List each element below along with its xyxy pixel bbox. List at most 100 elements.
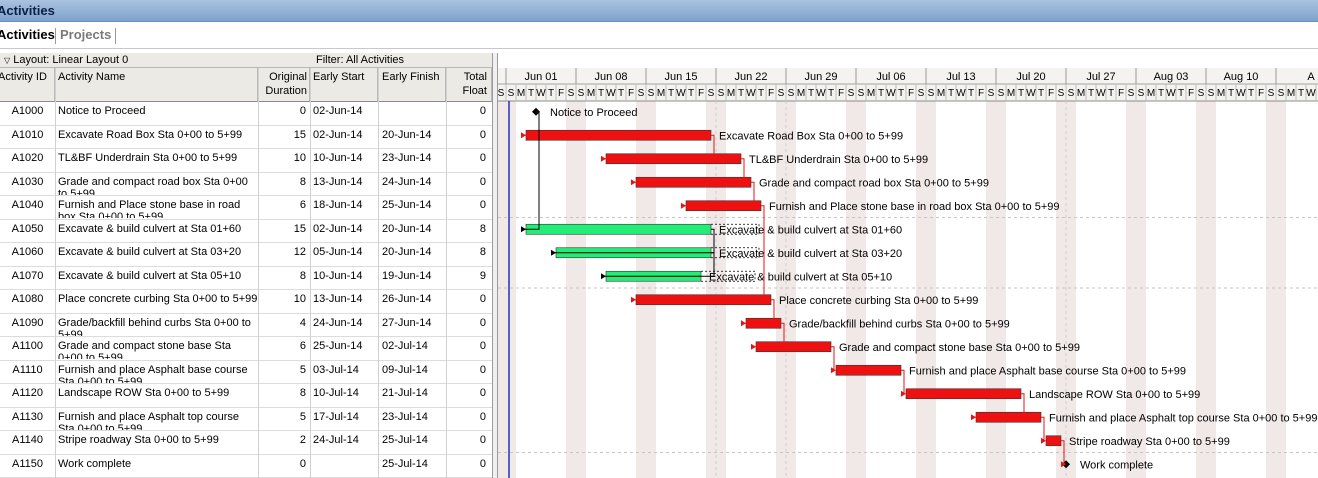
table-row[interactable]: A1100 Grade and compact stone base Sta 0+… xyxy=(0,337,492,361)
early-finish-cell: 19-Jun-14 xyxy=(382,269,432,282)
activity-name-cell: Excavate & build culvert at Sta 03+20 xyxy=(58,246,242,258)
week-label: Jul 27 xyxy=(1086,71,1115,83)
day-letter: T xyxy=(948,88,954,99)
early-start-cell: 02-Jun-14 xyxy=(313,222,363,235)
duration-cell: 12 xyxy=(293,246,306,258)
activity-name-cell: Grade and compact stone base Sta 0+00 to… xyxy=(58,340,232,359)
day-letter: T xyxy=(548,88,554,99)
table-row[interactable]: A1020 TL&BF Underdrain Sta 0+00 to 5+99 10… xyxy=(0,149,492,173)
weekend-shade xyxy=(498,101,506,478)
day-letter: F xyxy=(558,88,564,99)
table-row[interactable]: A1090 Grade/backfill behind curbs Sta 0+0… xyxy=(0,314,492,337)
tab-activities[interactable]: Activities xyxy=(0,27,55,42)
activity-name-cell: Furnish and place Asphalt base course St… xyxy=(58,363,248,383)
early-start-cell: 02-Jun-14 xyxy=(313,105,363,117)
total-float-cell: 0 xyxy=(479,387,486,399)
tab-projects[interactable]: Projects xyxy=(60,27,111,42)
day-letter: T xyxy=(1298,88,1304,99)
early-finish-cell: 21-Jul-14 xyxy=(382,387,428,399)
bar-label: Furnish and place Asphalt base course St… xyxy=(909,365,1186,377)
total-float-cell: 9 xyxy=(479,269,486,282)
table-row[interactable]: A1110 Furnish and place Asphalt base cour… xyxy=(0,361,492,384)
bar-label: Excavate & build culvert at Sta 05+10 xyxy=(709,271,892,283)
table-row[interactable]: A1130 Furnish and place Asphalt top cours… xyxy=(0,408,492,431)
day-letter: S xyxy=(1058,88,1065,99)
day-letter: T xyxy=(758,88,764,99)
day-letter: S xyxy=(638,88,645,99)
day-letter: M xyxy=(1077,88,1085,99)
column-divider xyxy=(310,68,311,478)
table-row[interactable]: A1040 Furnish and Place stone base in roa… xyxy=(0,196,492,220)
day-letter: T xyxy=(618,88,624,99)
day-letter: M xyxy=(1217,88,1225,99)
gantt-chart[interactable]: 6Jun 01Jun 08Jun 15Jun 22Jun 29Jul 06Jul… xyxy=(498,53,1318,478)
weekend-shade xyxy=(506,101,516,478)
activity-name-cell: Stripe roadway Sta 0+00 to 5+99 xyxy=(58,434,219,446)
day-letter: F xyxy=(978,88,984,99)
layout-filter-bar: ▽ Layout: Linear Layout 0 Filter: All Ac… xyxy=(0,53,494,68)
activity-id-cell: A1010 xyxy=(11,128,44,141)
early-finish-cell: 24-Jun-14 xyxy=(382,175,432,188)
day-letter: W xyxy=(1166,88,1176,99)
duration-cell: 15 xyxy=(293,222,306,235)
layout-selector[interactable]: ▽ Layout: Linear Layout 0 xyxy=(4,54,128,66)
column-header-total-float[interactable]: Total Float xyxy=(446,68,492,102)
relationship-line xyxy=(901,369,905,394)
day-letter: T xyxy=(1038,88,1044,99)
table-row[interactable]: A1000 Notice to Proceed 0 02-Jun-14 0 xyxy=(0,102,492,126)
total-float-cell: 0 xyxy=(479,316,486,329)
critical-bar xyxy=(905,388,1022,400)
day-letter: W xyxy=(606,88,616,99)
day-letter: S xyxy=(1198,88,1205,99)
day-letter: S xyxy=(928,88,935,99)
activity-name-cell: Work complete xyxy=(58,457,132,470)
table-row[interactable]: A1140 Stripe roadway Sta 0+00 to 5+99 2 24-… xyxy=(0,431,492,455)
duration-cell: 5 xyxy=(299,363,306,376)
table-row[interactable]: A1030 Grade and compact road box Sta 0+00… xyxy=(0,173,492,196)
activity-bar xyxy=(525,223,712,235)
total-float-cell: 0 xyxy=(479,363,486,376)
table-row[interactable]: A1080 Place concrete curbing Sta 0+00 to … xyxy=(0,290,492,314)
day-letter: S xyxy=(858,88,865,99)
column-header-label: Float xyxy=(462,85,487,97)
table-row[interactable]: A1010 Excavate Road Box Sta 0+00 to 5+99 1… xyxy=(0,126,492,149)
day-letter: T xyxy=(1248,88,1254,99)
early-start-cell: 24-Jun-14 xyxy=(313,316,363,329)
column-header-activity-id[interactable]: Activity ID xyxy=(0,68,55,102)
day-letter: T xyxy=(828,88,834,99)
relationship-arrow xyxy=(521,226,526,233)
column-divider xyxy=(378,68,379,478)
day-letter: S xyxy=(578,88,585,99)
day-letter: T xyxy=(1158,88,1164,99)
day-letter: S xyxy=(778,88,785,99)
day-letter: S xyxy=(788,88,795,99)
bar-label: Furnish and place Asphalt top course Sta… xyxy=(1049,412,1317,424)
relationship-arrow xyxy=(751,343,756,350)
table-row[interactable]: A1120 Landscape ROW Sta 0+00 to 5+99 8 10-J… xyxy=(0,384,492,408)
column-header-early-finish[interactable]: Early Finish xyxy=(378,68,446,102)
table-row[interactable]: A1050 Excavate & build culvert at Sta 01+… xyxy=(0,220,492,243)
column-header-early-start[interactable]: Early Start xyxy=(310,68,378,102)
bar-label: Excavate & build culvert at Sta 03+20 xyxy=(719,248,902,260)
column-header-original-duration[interactable]: Original Duration xyxy=(258,68,310,102)
table-row[interactable]: A1070 Excavate & build culvert at Sta 05+… xyxy=(0,267,492,290)
week-label: Jun 01 xyxy=(524,71,557,83)
tab-divider xyxy=(115,28,116,44)
day-letter: T xyxy=(528,88,534,99)
week-label: A xyxy=(1307,71,1315,83)
bar-label: Grade/backfill behind curbs Sta 0+00 to … xyxy=(789,318,1010,330)
activity-id-cell: A1130 xyxy=(12,410,43,423)
early-start-cell: 25-Jun-14 xyxy=(313,340,363,352)
relationship-line xyxy=(524,111,540,230)
table-row[interactable]: A1060 Excavate & build culvert at Sta 03+… xyxy=(0,243,492,267)
total-float-cell: 0 xyxy=(479,410,486,423)
duration-cell: 6 xyxy=(299,340,306,352)
early-start-cell: 17-Jul-14 xyxy=(313,410,359,423)
relationship-arrow xyxy=(601,155,606,162)
activity-id-cell: A1090 xyxy=(11,316,44,329)
window-title: Activities xyxy=(0,3,55,18)
column-header-activity-name[interactable]: Activity Name xyxy=(55,68,258,102)
day-letter: M xyxy=(867,88,875,99)
day-letter: T xyxy=(968,88,974,99)
table-row[interactable]: A1150 Work complete 0 25-Jul-14 0 xyxy=(0,455,492,478)
